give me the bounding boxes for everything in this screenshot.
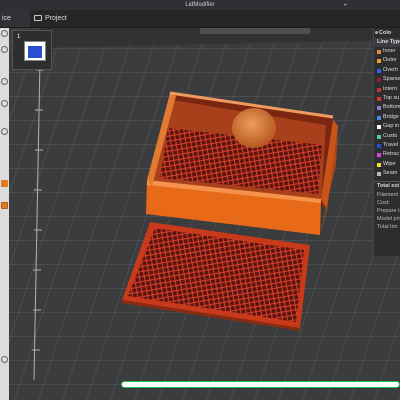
plate-label-strip (200, 28, 310, 34)
legend-item[interactable]: Gap in (374, 122, 400, 131)
estimation-stat: Prepare t (377, 208, 400, 215)
legend-item[interactable]: Intern (374, 85, 400, 94)
progress-bar (121, 381, 400, 388)
tab-bar: ice Project (0, 10, 400, 28)
rotate-icon[interactable] (1, 46, 8, 53)
legend-item-label: Intern (383, 85, 398, 92)
legend-swatch (377, 134, 381, 139)
legend-item-label: Sparse (383, 76, 400, 83)
settings-icon[interactable] (1, 128, 8, 135)
left-toolbar (0, 28, 9, 400)
legend-swatch (377, 106, 381, 111)
legend-item-label: Bottom (383, 104, 400, 111)
legend-item-label: Wipe (383, 160, 396, 167)
legend-swatch (377, 78, 381, 83)
estimation-stat: Cost: (377, 200, 390, 207)
legend-swatch (377, 96, 381, 101)
title-bar: LidModifier ⌐ (0, 0, 400, 10)
tab-prepare[interactable]: ice (0, 10, 30, 27)
tab-prepare-label: ice (2, 15, 11, 22)
legend-item-label: Gap in (383, 123, 400, 130)
legend-panel: Colo Line Type Inner Outer Overh Sparse Inte… (373, 28, 400, 256)
legend-header[interactable]: Colo (374, 28, 400, 38)
legend-swatch (377, 50, 381, 54)
legend-item-label: Custo (383, 132, 398, 139)
progress-fill (122, 382, 399, 387)
lock-icon[interactable] (1, 202, 8, 209)
layers-icon[interactable] (1, 356, 8, 363)
line-type-dropdown[interactable]: Line Type (374, 38, 400, 47)
legend-item[interactable]: Wipe (374, 160, 400, 169)
3d-viewport[interactable] (9, 28, 400, 400)
view-icon[interactable] (1, 78, 8, 85)
legend-swatch (377, 59, 381, 64)
legend-swatch (377, 125, 381, 130)
orient-icon[interactable] (1, 100, 8, 107)
legend-item-label: Travel (383, 141, 399, 148)
project-icon (34, 15, 42, 21)
legend-swatch (377, 68, 381, 73)
legend-swatch (377, 162, 381, 167)
legend-item-label: Seam (383, 170, 398, 177)
legend-item-label: Inner (383, 48, 396, 54)
plate-thumbnail[interactable]: 1 (12, 30, 52, 70)
legend-item-label: Outer (383, 57, 397, 64)
legend-title: Colo (379, 30, 392, 36)
legend-item[interactable]: Bottom (374, 103, 400, 112)
tab-project[interactable]: Project (31, 10, 91, 27)
minimize-icon[interactable]: ⌐ (343, 2, 348, 8)
window-title: LidModifier (185, 2, 215, 8)
estimation-stat: Model pri (377, 216, 400, 223)
plate-preview-image (24, 41, 46, 61)
legend-swatch (377, 143, 381, 148)
plate-number: 1 (17, 34, 21, 40)
total-estimation-header: Total est (374, 181, 400, 191)
estimation-stat: Filament (377, 192, 399, 199)
legend-item-label: Overh (383, 66, 398, 73)
legend-item-label: Top su (383, 94, 400, 101)
legend-swatch (377, 87, 381, 92)
active-tool-icon[interactable] (1, 180, 8, 187)
legend-item[interactable]: Top su (374, 94, 400, 103)
build-plate-scene (9, 28, 400, 400)
legend-item-label: Bridge (383, 113, 399, 120)
legend-item[interactable]: Outer (374, 56, 400, 65)
legend-item[interactable]: Seam (374, 169, 400, 178)
legend-item[interactable]: Sparse (374, 75, 400, 84)
legend-item[interactable]: Travel (374, 141, 400, 150)
legend-item[interactable]: Inner (374, 47, 400, 56)
eye-icon[interactable] (1, 30, 8, 37)
estimation-stat: Total tim (377, 224, 398, 231)
box-model[interactable] (146, 91, 338, 235)
legend-swatch (377, 115, 381, 120)
legend-item[interactable]: Retrac (374, 150, 400, 159)
tab-project-label: Project (45, 15, 67, 22)
legend-item[interactable]: Bridge (374, 113, 400, 122)
legend-swatch (377, 153, 381, 158)
legend-item[interactable]: Overh (374, 66, 400, 75)
legend-swatch (377, 172, 381, 177)
collapse-icon[interactable] (375, 31, 378, 34)
legend-item-label: Retrac (383, 151, 400, 158)
legend-item[interactable]: Custo (374, 132, 400, 141)
